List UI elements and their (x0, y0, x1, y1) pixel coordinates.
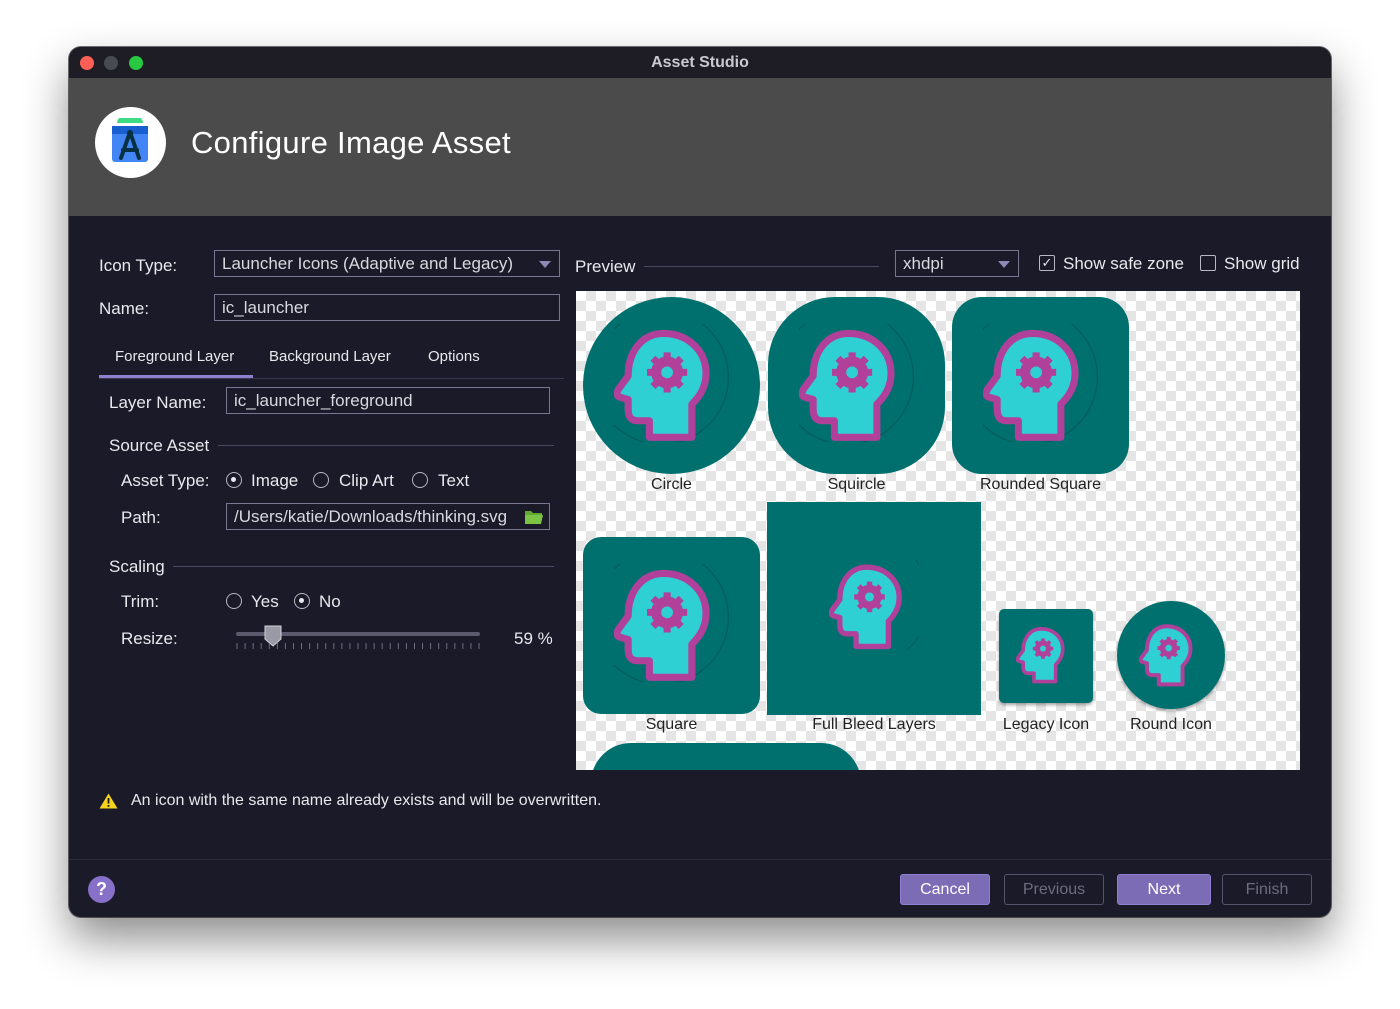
asset-type-image-radio[interactable] (226, 472, 242, 488)
head-gear-icon (983, 324, 1099, 442)
tab-foreground-layer[interactable]: Foreground Layer (115, 348, 234, 365)
asset-type-label: Asset Type: (121, 471, 210, 490)
resize-label: Resize: (121, 629, 178, 648)
title-bar: Asset Studio (69, 47, 1331, 79)
circle-icon-preview (583, 297, 760, 474)
square-icon-preview (583, 537, 760, 714)
finish-button[interactable]: Finish (1222, 874, 1312, 905)
legacy-icon-preview (999, 609, 1093, 703)
head-gear-icon (799, 324, 915, 442)
round-icon-preview (1117, 601, 1225, 709)
rounded-square-caption: Rounded Square (980, 476, 1101, 493)
preview-separator (644, 266, 879, 267)
asset-type-clip-art-radio[interactable] (313, 472, 329, 488)
next-button[interactable]: Next (1117, 874, 1211, 905)
footer-divider (69, 859, 1331, 860)
name-label: Name: (99, 299, 150, 318)
path-value: /Users/katie/Downloads/thinking.svg (234, 507, 508, 526)
chevron-down-icon (539, 261, 551, 268)
trim-yes-radio[interactable] (226, 593, 242, 609)
full-bleed-layers-caption: Full Bleed Layers (812, 716, 936, 733)
head-gear-icon (614, 564, 730, 682)
show-grid-checkbox[interactable] (1200, 255, 1216, 271)
folder-open-icon[interactable] (524, 509, 544, 525)
show-grid-label[interactable]: Show grid (1224, 254, 1300, 274)
tab-selected-indicator (99, 375, 253, 378)
android-studio-icon (112, 118, 148, 162)
layer-name-input[interactable]: ic_launcher_foreground (226, 387, 550, 414)
warning-message: An icon with the same name already exist… (131, 792, 602, 809)
round-icon-caption: Round Icon (1130, 716, 1212, 733)
icon-type-label: Icon Type: (99, 256, 178, 275)
preview-area: Circle Squircle Rounded Square Square Fu… (576, 291, 1300, 770)
android-studio-logo (95, 107, 166, 178)
tab-bar-divider (99, 378, 564, 379)
wizard-header: Configure Image Asset (69, 78, 1331, 216)
show-safe-zone-label[interactable]: Show safe zone (1063, 254, 1184, 274)
scaling-separator (173, 566, 554, 567)
density-dropdown[interactable]: xhdpi (895, 250, 1019, 277)
warning-icon (99, 793, 118, 809)
page-title: Configure Image Asset (191, 125, 511, 160)
additional-preview-shape (591, 743, 861, 770)
trim-no-radio[interactable] (294, 593, 310, 609)
source-asset-separator (218, 445, 554, 446)
path-input[interactable]: /Users/katie/Downloads/thinking.svg (226, 503, 550, 530)
icon-type-value: Launcher Icons (Adaptive and Legacy) (222, 254, 514, 273)
name-input[interactable]: ic_launcher (214, 294, 560, 321)
asset-type-text-radio[interactable] (412, 472, 428, 488)
squircle-caption: Squircle (827, 476, 886, 493)
head-gear-icon (1016, 627, 1065, 684)
head-gear-icon (829, 560, 919, 650)
head-gear-icon (1139, 624, 1193, 687)
circle-caption: Circle (651, 476, 692, 493)
tab-background-layer[interactable]: Background Layer (269, 348, 391, 365)
full-bleed-layers-preview (767, 502, 981, 715)
tab-options[interactable]: Options (428, 348, 480, 365)
preview-label: Preview (575, 257, 636, 276)
asset-type-text-label[interactable]: Text (438, 471, 469, 491)
rounded-square-icon-preview (952, 297, 1129, 474)
path-label: Path: (121, 508, 161, 527)
asset-type-clip-art-label[interactable]: Clip Art (339, 471, 394, 491)
head-gear-icon (614, 324, 730, 442)
help-button[interactable]: ? (88, 876, 115, 903)
show-safe-zone-checkbox[interactable]: ✓ (1039, 255, 1055, 271)
previous-button[interactable]: Previous (1004, 874, 1104, 905)
window-title: Asset Studio (651, 54, 749, 71)
cancel-button[interactable]: Cancel (900, 874, 990, 905)
source-asset-heading: Source Asset (109, 436, 210, 455)
scaling-heading: Scaling (109, 557, 165, 576)
squircle-icon-preview (768, 297, 945, 474)
legacy-icon-caption: Legacy Icon (1002, 716, 1090, 733)
trim-yes-label[interactable]: Yes (251, 592, 279, 612)
square-caption: Square (645, 716, 698, 733)
layer-name-label: Layer Name: (109, 393, 207, 412)
resize-value: 59 % (514, 629, 553, 648)
resize-slider-ticks (236, 643, 480, 649)
asset-studio-window: Asset Studio Configure Image Asset Icon … (69, 47, 1331, 917)
trim-no-label[interactable]: No (319, 592, 341, 612)
trim-label: Trim: (121, 592, 160, 611)
asset-type-image-label[interactable]: Image (251, 471, 298, 491)
chevron-down-icon (998, 261, 1010, 268)
density-value: xhdpi (903, 254, 944, 273)
icon-type-dropdown[interactable]: Launcher Icons (Adaptive and Legacy) (214, 250, 560, 277)
